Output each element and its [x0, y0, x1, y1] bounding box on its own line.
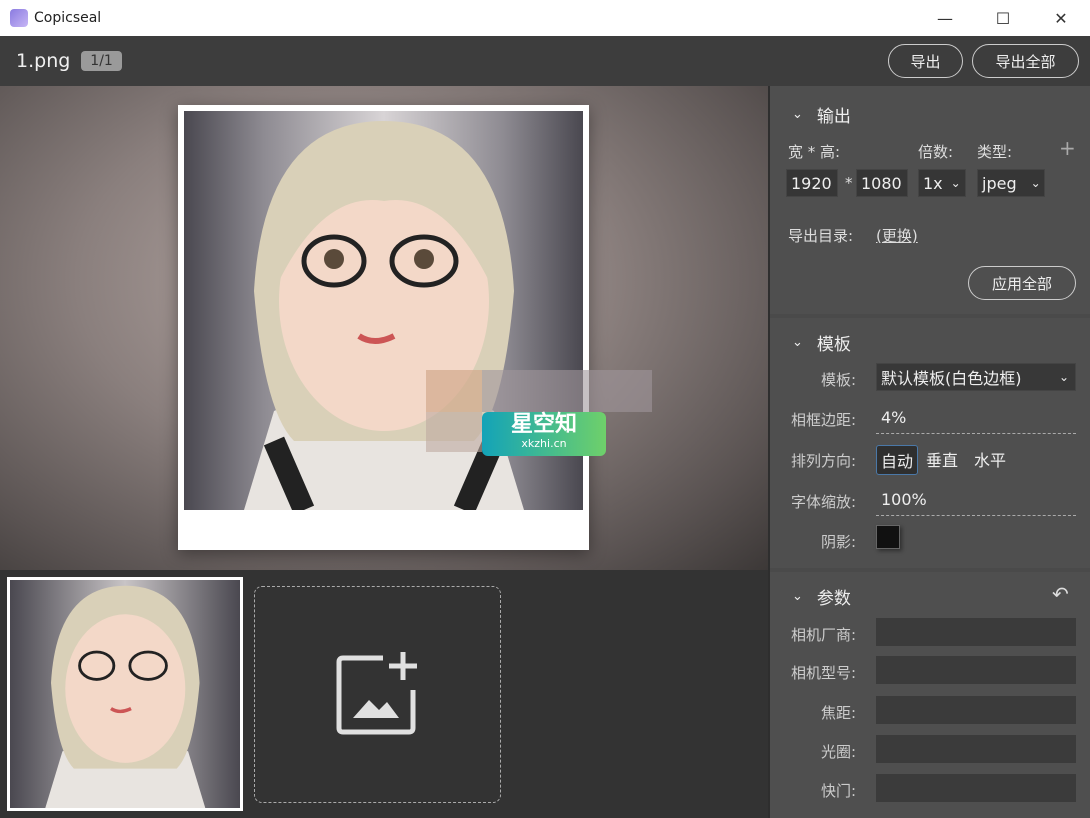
section-title: 参数	[817, 584, 851, 609]
chevron-down-icon: ⌄	[1059, 370, 1069, 384]
direction-label: 排列方向:	[791, 450, 856, 471]
settings-panel: ⌄ 输出 宽 * 高: 倍数: 类型: + 1920 * 1080 1x ⌄ jpe…	[768, 86, 1090, 818]
export-button[interactable]: 导出	[888, 44, 963, 78]
maximize-button[interactable]: ☐	[974, 0, 1032, 36]
margin-input[interactable]: 4%	[876, 408, 1076, 434]
camera-make-input[interactable]	[876, 618, 1076, 646]
params-section-header[interactable]: ⌄ 参数	[792, 584, 851, 609]
type-label: 类型:	[977, 141, 1012, 162]
times-sign: *	[845, 174, 853, 192]
file-name: 1.png	[16, 50, 70, 72]
thumbnail-selected[interactable]	[7, 577, 243, 811]
apply-all-button[interactable]: 应用全部	[968, 266, 1076, 300]
focal-length-input[interactable]	[876, 696, 1076, 724]
app-icon	[10, 9, 28, 27]
camera-model-label: 相机型号:	[791, 662, 856, 683]
aperture-label: 光圈:	[821, 741, 856, 762]
chevron-down-icon: ⌄	[1031, 176, 1041, 190]
font-scale-input[interactable]: 100%	[876, 490, 1076, 516]
export-dir-label: 导出目录:	[788, 225, 853, 246]
scale-value: 1x	[923, 174, 943, 193]
section-title: 输出	[817, 102, 851, 127]
toolbar: 1.png 1/1 导出 导出全部	[0, 36, 1090, 86]
scale-label: 倍数:	[918, 141, 953, 162]
focal-length-label: 焦距:	[821, 702, 856, 723]
direction-vertical[interactable]: 垂直	[922, 445, 962, 473]
close-button[interactable]: ✕	[1032, 0, 1090, 36]
chevron-down-icon: ⌄	[792, 107, 803, 122]
direction-horizontal[interactable]: 水平	[970, 445, 1010, 473]
watermark-url: xkzhi.cn	[482, 438, 606, 450]
type-value: jpeg	[982, 174, 1017, 193]
framed-photo-preview	[178, 105, 589, 550]
minimize-button[interactable]: —	[916, 0, 974, 36]
output-section: ⌄ 输出 宽 * 高: 倍数: 类型: + 1920 * 1080 1x ⌄ jpe…	[770, 86, 1090, 314]
size-label: 宽 * 高:	[788, 141, 840, 162]
shutter-label: 快门:	[821, 780, 856, 801]
template-select[interactable]: 默认模板(白色边框) ⌄	[876, 363, 1076, 391]
export-all-button[interactable]: 导出全部	[972, 44, 1079, 78]
font-scale-label: 字体缩放:	[791, 491, 856, 512]
shutter-input[interactable]	[876, 774, 1076, 802]
width-input[interactable]: 1920	[786, 169, 838, 197]
change-dir-link[interactable]: (更换)	[876, 225, 918, 246]
thumbnail-strip	[0, 570, 768, 818]
scale-select[interactable]: 1x ⌄	[918, 169, 966, 197]
chevron-down-icon: ⌄	[951, 176, 961, 190]
section-title: 模板	[817, 330, 851, 355]
watermark-logo: 星空知 xkzhi.cn	[426, 370, 656, 452]
shadow-label: 阴影:	[821, 531, 856, 552]
add-preset-button[interactable]: +	[1059, 136, 1076, 160]
page-count-badge: 1/1	[81, 51, 122, 71]
add-image-icon	[333, 650, 423, 740]
reset-icon[interactable]: ↶	[1052, 582, 1069, 606]
chevron-down-icon: ⌄	[792, 335, 803, 350]
add-image-button[interactable]	[254, 586, 501, 803]
preview-area: 星空知 xkzhi.cn	[0, 86, 768, 570]
template-label: 模板:	[821, 369, 856, 390]
watermark-badge: 星空知 xkzhi.cn	[482, 412, 606, 456]
camera-model-input[interactable]	[876, 656, 1076, 684]
watermark-name: 星空知	[482, 412, 606, 438]
direction-auto[interactable]: 自动	[876, 445, 918, 475]
window-title: Copicseal	[34, 10, 101, 26]
chevron-down-icon: ⌄	[792, 589, 803, 604]
margin-label: 相框边距:	[791, 409, 856, 430]
params-section: ⌄ 参数 ↶ 相机厂商: 相机型号: 焦距: 光圈: 快门:	[770, 572, 1090, 818]
template-section-header[interactable]: ⌄ 模板	[792, 330, 851, 355]
template-section: ⌄ 模板 模板: 默认模板(白色边框) ⌄ 相框边距: 4% 排列方向: 自动 垂直…	[770, 318, 1090, 568]
template-value: 默认模板(白色边框)	[881, 365, 1022, 389]
aperture-input[interactable]	[876, 735, 1076, 763]
height-input[interactable]: 1080	[856, 169, 908, 197]
type-select[interactable]: jpeg ⌄	[977, 169, 1045, 197]
camera-make-label: 相机厂商:	[791, 624, 856, 645]
title-bar: Copicseal — ☐ ✕	[0, 0, 1090, 36]
output-section-header[interactable]: ⌄ 输出	[792, 102, 851, 127]
shadow-color-picker[interactable]	[876, 525, 900, 549]
